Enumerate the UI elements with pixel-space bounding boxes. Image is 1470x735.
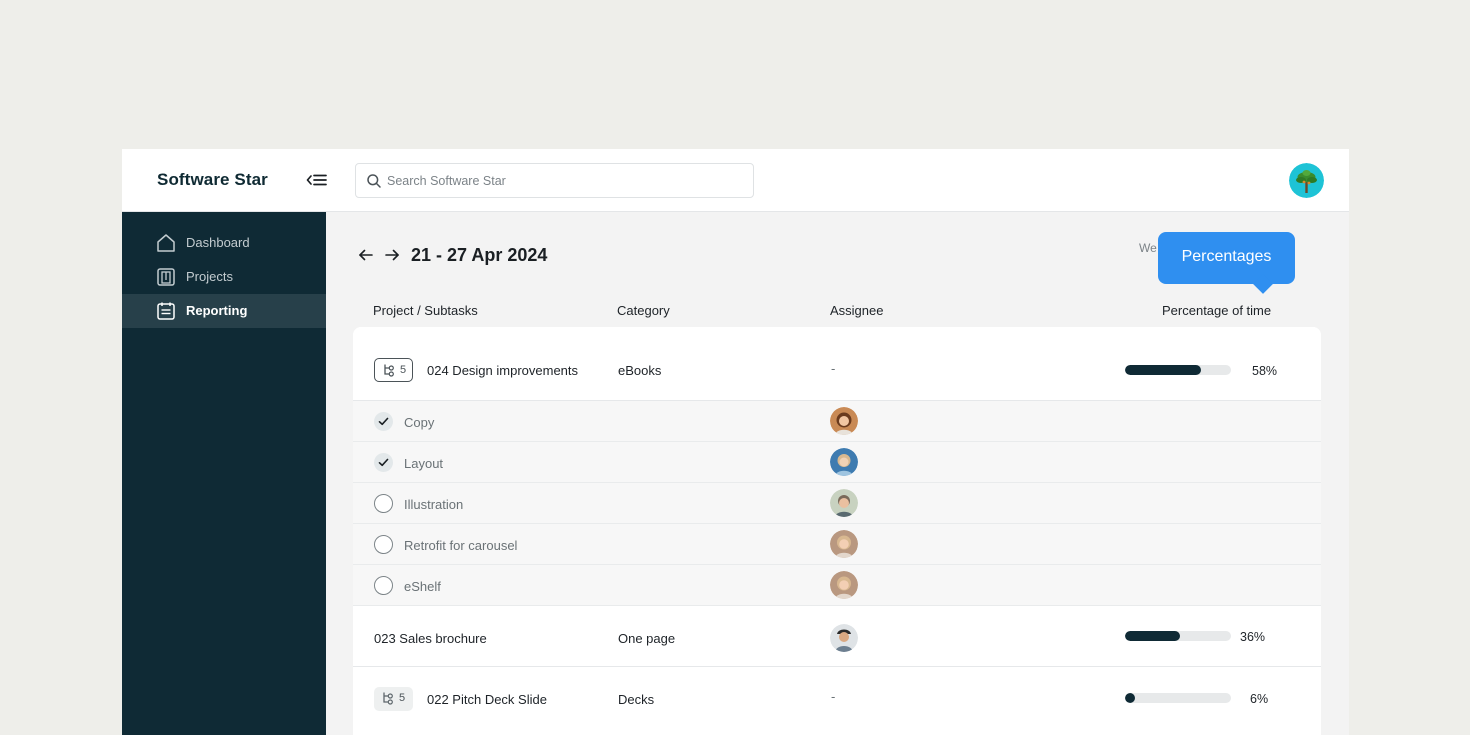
percentage-bar-fill — [1125, 631, 1181, 641]
project-assignee: - — [831, 689, 836, 704]
home-icon — [156, 233, 176, 253]
sidebar-item-label: Reporting — [186, 303, 248, 318]
assignee-avatar — [830, 530, 858, 558]
sidebar: Dashboard Projects Reporting — [122, 212, 326, 735]
tooltip-text: Percentages — [1181, 248, 1272, 265]
table-row[interactable]: 5 024 Design improvements eBooks - 58% — [353, 327, 1321, 401]
assignee-avatar — [830, 624, 858, 652]
projects-icon — [156, 267, 176, 287]
table-row[interactable]: 023 Sales brochure One page 36% — [353, 606, 1321, 667]
percentage-value: 58% — [1252, 364, 1278, 378]
percentage-bar — [1125, 693, 1231, 703]
column-header-assignee: Assignee — [830, 303, 884, 318]
percentages-tooltip: Percentages — [1158, 232, 1295, 294]
collapse-sidebar-icon[interactable] — [306, 171, 328, 189]
week-view-tab[interactable]: We — [1139, 241, 1157, 255]
previous-week-arrow-icon[interactable] — [357, 246, 375, 264]
subtask-row[interactable]: Illustration — [353, 483, 1321, 524]
date-range-title: 21 - 27 Apr 2024 — [411, 245, 548, 265]
unchecked-checkbox[interactable] — [374, 535, 393, 554]
column-header-project: Project / Subtasks — [373, 303, 478, 318]
subtask-name: Illustration — [404, 497, 464, 512]
subtasks-icon — [381, 691, 395, 705]
project-category: One page — [618, 631, 676, 646]
assignee-avatar — [830, 489, 858, 517]
app-window: Software Star Search Software Star Dashb… — [122, 149, 1349, 735]
subtask-name: Retrofit for carousel — [404, 538, 518, 553]
next-week-arrow-icon[interactable] — [383, 246, 401, 264]
percentage-bar — [1125, 631, 1231, 641]
tooltip-pointer — [1253, 274, 1273, 294]
subtasks-icon — [382, 363, 396, 377]
reporting-icon — [156, 301, 176, 321]
assignee-avatar — [830, 571, 858, 599]
unchecked-checkbox[interactable] — [374, 576, 393, 595]
checked-checkbox[interactable] — [374, 412, 393, 431]
subtask-name: eShelf — [404, 579, 441, 594]
project-name: 022 Pitch Deck Slide — [427, 692, 547, 707]
percentage-bar-fill — [1125, 693, 1135, 703]
percentage-value: 36% — [1240, 630, 1266, 644]
subtask-count: 5 — [399, 692, 406, 704]
sidebar-item-label: Dashboard — [186, 235, 250, 250]
subtask-name: Layout — [404, 456, 444, 471]
column-header-category: Category — [617, 303, 670, 318]
project-category: Decks — [618, 692, 655, 707]
unchecked-checkbox[interactable] — [374, 494, 393, 513]
search-icon — [366, 173, 382, 189]
sidebar-item-dashboard[interactable]: Dashboard — [122, 226, 326, 260]
subtask-name: Copy — [404, 415, 435, 430]
main-content: 21 - 27 Apr 2024 We Percentages Project … — [326, 212, 1349, 735]
assignee-avatar — [830, 407, 858, 435]
subtask-row[interactable]: Copy — [353, 401, 1321, 442]
top-bar: Software Star — [122, 149, 1349, 212]
percentage-bar-fill — [1125, 365, 1202, 375]
assignee-avatar — [830, 448, 858, 476]
subtask-row[interactable]: eShelf — [353, 565, 1321, 606]
project-assignee: - — [831, 361, 836, 376]
subtask-badge[interactable]: 5 — [374, 687, 413, 711]
subtask-row[interactable]: Retrofit for carousel — [353, 524, 1321, 565]
sidebar-item-label: Projects — [186, 269, 233, 284]
project-name: 024 Design improvements — [427, 363, 579, 378]
user-avatar[interactable] — [1289, 163, 1324, 198]
column-header-percentage: Percentage of time — [1162, 303, 1272, 318]
percentage-bar — [1125, 365, 1231, 375]
screen-background: Software Star Search Software Star Dashb… — [0, 0, 1470, 735]
sidebar-item-reporting[interactable]: Reporting — [122, 294, 326, 328]
search-input[interactable] — [387, 164, 747, 197]
project-category: eBooks — [618, 363, 662, 378]
project-name: 023 Sales brochure — [374, 631, 487, 646]
percentage-value: 6% — [1250, 692, 1269, 706]
report-table: 5 024 Design improvements eBooks - 58% C… — [353, 327, 1321, 735]
subtask-count: 5 — [400, 364, 407, 376]
checked-checkbox[interactable] — [374, 453, 393, 472]
table-row[interactable]: 5 022 Pitch Deck Slide Decks - 6% — [353, 667, 1321, 735]
brand-name: Software Star — [157, 170, 268, 189]
subtask-row[interactable]: Layout — [353, 442, 1321, 483]
subtask-badge[interactable]: 5 — [374, 358, 413, 382]
sidebar-item-projects[interactable]: Projects — [122, 260, 326, 294]
search-box — [355, 163, 754, 198]
